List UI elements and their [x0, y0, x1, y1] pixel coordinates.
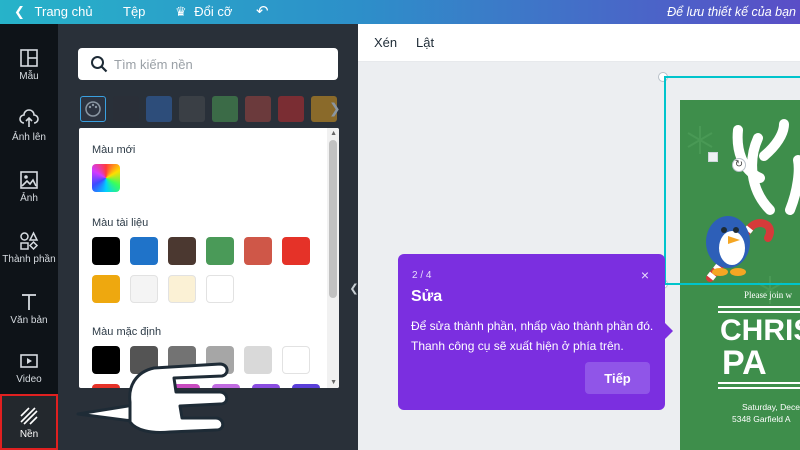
selection-edge [664, 283, 800, 285]
photo-icon [20, 171, 38, 189]
left-sidebar: Mẫu Ảnh lên Ảnh Thành phần Văn bản Video… [0, 24, 58, 450]
scrollbar[interactable]: ▲ ▼ [327, 128, 339, 388]
color-swatch[interactable] [168, 237, 196, 265]
design-page[interactable]: Please join w CHRIS PA Saturday, Dece 53… [680, 100, 800, 450]
elements-icon [20, 231, 39, 251]
broken-image-icon [708, 152, 718, 162]
nav-label: Nền [19, 429, 39, 440]
palette-icon [85, 101, 101, 117]
top-bar: ❮ Trang chủ Tệp ♛ Đổi cỡ ↶ Để lưu thiết … [0, 0, 800, 24]
color-swatch[interactable] [212, 96, 238, 122]
close-icon[interactable]: × [641, 267, 649, 283]
color-swatch-row: ❯ [80, 96, 345, 122]
chevron-right-icon[interactable]: ❯ [329, 100, 341, 117]
nav-item-video[interactable]: Video [0, 341, 58, 399]
crown-icon: ♛ [175, 4, 187, 19]
color-swatch[interactable] [292, 384, 320, 388]
scroll-up-icon[interactable]: ▲ [330, 130, 337, 137]
nav-item-photos[interactable]: Ảnh [0, 160, 58, 218]
default-colors-heading: Màu mặc định [92, 326, 162, 338]
search-box [78, 48, 338, 80]
nav-item-uploads[interactable]: Ảnh lên [0, 99, 58, 157]
palette-swatch[interactable] [80, 96, 106, 122]
design-title-line1: CHRIS [720, 314, 800, 347]
color-picker-card: Màu mới Màu tài liệu Màu mặc định ▲ ▼ [79, 128, 339, 388]
scroll-down-icon[interactable]: ▼ [330, 379, 337, 386]
pointing-hand-icon [76, 362, 229, 434]
design-address: 5348 Garfield A [732, 414, 791, 424]
search-icon [91, 56, 108, 73]
color-swatch[interactable] [282, 237, 310, 265]
nav-label: Thành phần [2, 254, 56, 265]
selection-edge [664, 76, 666, 284]
color-swatch[interactable] [206, 275, 234, 303]
new-color-button[interactable] [92, 164, 120, 192]
file-menu-button[interactable]: Tệp [123, 0, 145, 24]
selection-box[interactable] [680, 100, 800, 285]
search-input[interactable] [114, 48, 324, 80]
tooltip-body: Để sửa thành phần, nhấp vào thành phần đ… [411, 319, 654, 353]
flip-button[interactable]: Lật [416, 24, 434, 62]
color-swatch[interactable] [113, 96, 139, 122]
onboarding-tooltip: 2 / 4 × Sửa Để sửa thành phần, nhấp vào … [398, 254, 665, 410]
home-label: Trang chủ [34, 4, 93, 19]
chevron-left-icon: ❮ [14, 4, 25, 19]
nav-item-elements[interactable]: Thành phần [0, 221, 58, 279]
nav-item-background[interactable]: Nền [0, 394, 58, 450]
resize-label: Đổi cỡ [194, 4, 233, 19]
editor-toolbar: Xén Lật [358, 24, 800, 62]
color-swatch[interactable] [206, 237, 234, 265]
color-swatch[interactable] [278, 96, 304, 122]
color-swatch[interactable] [244, 237, 272, 265]
color-swatch[interactable] [146, 96, 172, 122]
background-icon [20, 407, 38, 425]
tooltip-step: 2 / 4 [412, 270, 432, 281]
color-swatch[interactable] [245, 96, 271, 122]
color-swatch[interactable] [168, 275, 196, 303]
undo-icon[interactable]: ↶ [256, 0, 269, 24]
color-swatch[interactable] [282, 346, 310, 374]
design-subtitle: Please join w [744, 290, 792, 300]
color-swatch[interactable] [92, 275, 120, 303]
document-colors-heading: Màu tài liệu [92, 217, 149, 229]
nav-label: Văn bản [10, 315, 48, 326]
color-swatch[interactable] [130, 275, 158, 303]
selection-edge [664, 76, 800, 78]
video-icon [20, 354, 38, 368]
nav-label: Ảnh lên [12, 132, 46, 143]
design-date: Saturday, Dece [742, 402, 800, 412]
templates-icon [20, 49, 38, 67]
color-swatch[interactable] [92, 237, 120, 265]
rotate-icon[interactable]: ↻ [732, 158, 746, 172]
new-color-heading: Màu mới [92, 144, 136, 156]
color-swatch[interactable] [130, 237, 158, 265]
resize-button[interactable]: ♛ Đổi cỡ [175, 0, 232, 24]
tooltip-arrow [664, 322, 673, 340]
home-button[interactable]: ❮ Trang chủ [14, 0, 93, 24]
nav-item-text[interactable]: Văn bản [0, 282, 58, 340]
nav-item-templates[interactable]: Mẫu [0, 38, 58, 96]
nav-label: Mẫu [19, 71, 39, 82]
design-title-line2: PA [722, 344, 767, 382]
scrollbar-thumb[interactable] [329, 140, 337, 298]
tooltip-title: Sửa [411, 288, 443, 305]
crop-button[interactable]: Xén [374, 24, 397, 62]
text-icon [22, 294, 36, 310]
color-swatch[interactable] [252, 384, 280, 388]
nav-label: Video [16, 374, 42, 385]
nav-label: Ảnh [20, 193, 38, 204]
save-notice: Để lưu thiết kế của bạn [667, 5, 796, 19]
color-swatch[interactable] [179, 96, 205, 122]
upload-icon [19, 109, 39, 127]
next-button[interactable]: Tiếp [585, 362, 650, 394]
